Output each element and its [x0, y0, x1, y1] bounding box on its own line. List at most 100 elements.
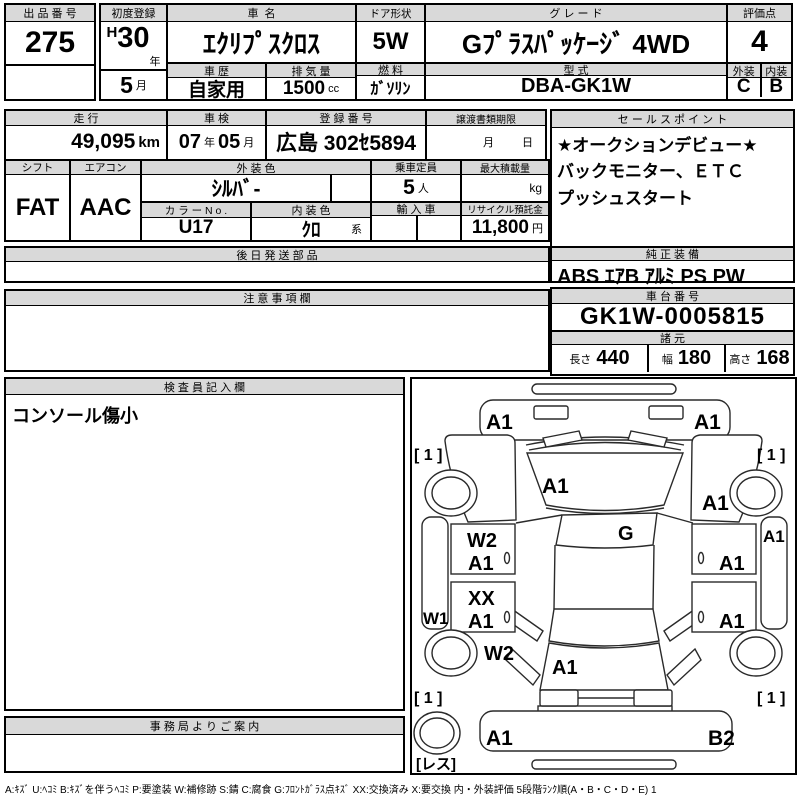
- damage-label-door-fl-2: A1: [468, 553, 494, 575]
- tail-light-left-shape: [540, 690, 578, 706]
- windshield-shape: [556, 513, 657, 548]
- damage-label-fender-fr: A1: [702, 492, 729, 515]
- spec-length: 長さ440: [552, 345, 647, 372]
- damage-label-door-rl-1: XX: [468, 588, 495, 610]
- ext-color-sub-cell: [330, 175, 370, 201]
- mileage-value: 49,095km: [6, 126, 166, 158]
- roof-lines: [554, 545, 654, 609]
- first-reg-month: 5月: [101, 69, 166, 99]
- reg-no-label: 登 録 番 号: [267, 111, 425, 126]
- era-letter: H: [106, 24, 117, 41]
- displacement-label: 排 気 量: [267, 64, 355, 78]
- import-cell-1: [372, 216, 416, 240]
- sales-line: ★オークションデビュー★: [557, 133, 788, 159]
- damage-diagram: A1 A1 [ 1 ] [ 1 ] [ 1 ] [ 1 ] A1 G A1 W2…: [412, 379, 795, 773]
- tail-light-right-shape: [634, 690, 672, 706]
- damage-label-rocker-r: A1: [763, 527, 785, 546]
- grade-value: Gﾌﾟﾗｽﾊﾟｯｹｰｼﾞ 4WD: [426, 22, 726, 62]
- notes-label: 注 意 事 項 欄: [6, 291, 548, 306]
- tire-mark-fl: [ 1 ]: [414, 447, 442, 464]
- auction-no-value: 275: [6, 22, 94, 64]
- color-box: 外 装 色 ｼﾙﾊﾞ- カ ラ ー N o . 内 装 色 U17 ｸﾛ 系: [140, 159, 372, 242]
- chassis-value: GK1W-0005815: [552, 304, 793, 330]
- spec-height: 高さ168: [724, 345, 793, 372]
- sales-point-label: セ ー ル ス ポ イ ン ト: [552, 111, 793, 128]
- max-load-value: kg: [462, 175, 548, 201]
- chassis-box: 車 台 番 号 GK1W-0005815 諸 元 長さ440 幅180 高さ16…: [550, 287, 795, 376]
- reg-no-box: 登 録 番 号 広島 302ｾ5894: [265, 109, 427, 161]
- recycle-label: リサイクル預託金: [462, 201, 548, 216]
- damage-label-rear-bumper-right: B2: [708, 727, 735, 750]
- transfer-box: 譲渡書類期限 月日: [425, 109, 547, 161]
- tire-mark-fr: [ 1 ]: [757, 447, 785, 464]
- sales-line: プッシュスタート: [557, 186, 788, 212]
- damage-diagram-box: A1 A1 [ 1 ] [ 1 ] [ 1 ] [ 1 ] A1 G A1 W2…: [410, 377, 797, 775]
- aircon-label: エアコン: [71, 161, 140, 175]
- inspector-label: 検 査 員 記 入 欄: [6, 379, 403, 395]
- rear-bumper-shape: [480, 711, 732, 751]
- rear-lip-shape: [532, 760, 676, 769]
- spare-tire-label: [レス]: [416, 756, 456, 773]
- damage-label-rocker-l: W1: [423, 609, 449, 628]
- car-name-label: 車 名: [168, 5, 355, 22]
- chassis-label: 車 台 番 号: [552, 289, 793, 304]
- recycle-value: 11,800円: [462, 216, 548, 240]
- history-cell: 車 歴 自家用: [168, 64, 265, 99]
- damage-label-windshield: G: [618, 523, 634, 545]
- shift-value: FAT: [6, 175, 69, 240]
- aircon-box: エアコン AAC: [69, 159, 142, 242]
- damage-label-door-fl-1: W2: [467, 530, 497, 552]
- damage-label-door-rl-2: A1: [468, 611, 494, 633]
- car-name-box: 車 名 ｴｸﾘﾌﾟｽｸﾛｽ 車 歴 自家用 排 気 量 1500cc: [166, 3, 357, 101]
- reg-no-value: 広島 302ｾ5894: [267, 126, 425, 158]
- capacity-label: 乗車定員: [372, 161, 460, 175]
- damage-label-door-rr: A1: [719, 611, 745, 633]
- office-box: 事 務 局 よ り ご 案 内: [4, 716, 405, 773]
- equip-value: ABS ｴｱB ｱﾙﾐ PS PW: [552, 261, 793, 288]
- sales-point-content: ★オークションデビュー★ バックモニター、ＥＴＣ プッシュスタート: [552, 128, 793, 246]
- import-label: 輸 入 車: [372, 201, 460, 216]
- capacity-value: 5人: [372, 175, 460, 201]
- rear-window-shape: [549, 609, 659, 646]
- damage-label-front-bumper-left: A1: [486, 411, 513, 434]
- tire-mark-rl: [ 1 ]: [414, 690, 442, 707]
- auction-sheet: 出 品 番 号 275 初度登録 H30年 5月 車 名 ｴｸﾘﾌﾟｽｸﾛｽ 車…: [0, 0, 800, 800]
- shift-box: シフト FAT: [4, 159, 71, 242]
- specs-label: 諸 元: [552, 330, 793, 345]
- later-parts-box: 後 日 発 送 部 品: [4, 246, 550, 283]
- displacement-value: 1500cc: [267, 78, 355, 99]
- int-color-suffix: 系: [351, 221, 362, 237]
- wheel-fl-inner: [432, 477, 470, 509]
- inspection-box: 車 検 07年 05月: [166, 109, 267, 161]
- damage-label-tailgate: A1: [552, 657, 578, 679]
- history-value: 自家用: [168, 78, 265, 99]
- door-box: ドア形状 5W 燃 料 ｶﾞｿﾘﾝ: [355, 3, 426, 101]
- color-no-value: U17: [142, 216, 250, 240]
- tire-mark-rr: [ 1 ]: [757, 690, 785, 707]
- mileage-label: 走 行: [6, 111, 166, 126]
- damage-label-quarter-l: W2: [484, 643, 514, 665]
- fuel-value: ｶﾞｿﾘﾝ: [357, 76, 424, 97]
- damage-label-hood: A1: [542, 475, 569, 498]
- notes-box: 注 意 事 項 欄: [4, 289, 550, 372]
- damage-label-front-bumper-right: A1: [694, 411, 721, 434]
- door-label: ドア形状: [357, 5, 424, 22]
- model-code-label: 型 式: [426, 62, 726, 76]
- later-parts-label: 後 日 発 送 部 品: [6, 248, 548, 262]
- grade-label: グ レ ー ド: [426, 5, 726, 22]
- front-lip-shape: [532, 384, 676, 394]
- max-load-label: 最大積載量: [462, 161, 548, 175]
- sales-line: バックモニター、ＥＴＣ: [557, 159, 788, 185]
- mileage-box: 走 行 49,095km: [4, 109, 168, 161]
- equip-label: 純 正 装 備: [552, 246, 793, 261]
- score-box: 評価点 4 外装 内装 C B: [726, 3, 793, 101]
- front-bumper-shape: [480, 400, 730, 440]
- score-value: 4: [728, 22, 791, 62]
- score-label: 評価点: [728, 5, 791, 22]
- grille-right-shape: [649, 406, 683, 419]
- load-box: 最大積載量 kg リサイクル預託金 11,800円: [460, 159, 550, 242]
- auction-no-box: 出 品 番 号 275: [4, 3, 96, 101]
- inspector-box: 検 査 員 記 入 欄 コンソール傷小: [4, 377, 405, 711]
- wheel-fr-inner: [737, 477, 775, 509]
- door-handle: [699, 553, 704, 564]
